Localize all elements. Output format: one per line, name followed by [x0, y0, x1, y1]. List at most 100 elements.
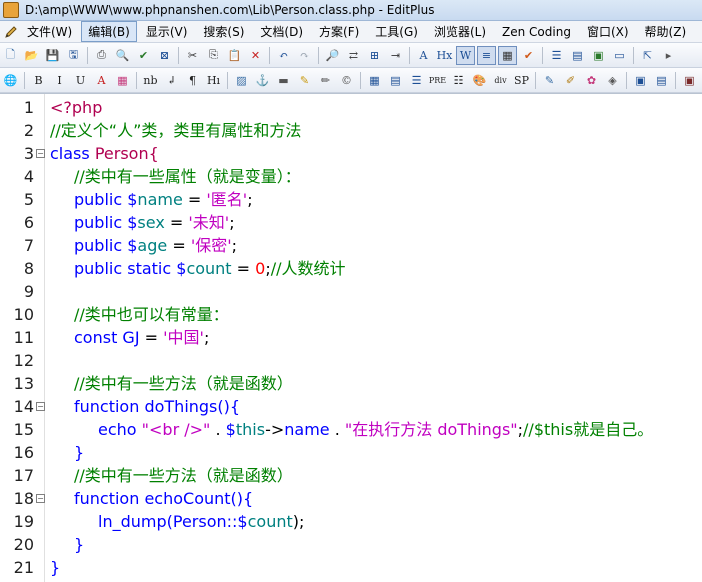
browser-preview-icon[interactable]: ⊠ — [155, 46, 174, 65]
code-line[interactable]: 9 — [0, 280, 702, 303]
code-line[interactable]: 8 public static $count = 0;//人数统计 — [0, 257, 702, 280]
save-all-icon[interactable]: 🖫 — [64, 46, 83, 65]
print-icon[interactable]: ⎙ — [92, 46, 111, 65]
fold-toggle-icon[interactable]: − — [36, 402, 45, 411]
underline-icon[interactable]: U — [71, 71, 90, 90]
code-line[interactable]: 3− class Person{ — [0, 142, 702, 165]
code-line[interactable]: 20} — [0, 533, 702, 556]
html-toolbar-icon[interactable]: ◈ — [603, 71, 622, 90]
span-icon[interactable]: SP — [512, 71, 531, 90]
word-wrap-icon[interactable]: W — [456, 45, 475, 65]
menu-item-4[interactable]: 文档(D) — [253, 21, 310, 42]
code-editor[interactable]: 1 <?php 2//定义个“人”类，类里有属性和方法 3− class Person{… — [0, 93, 702, 582]
code-line[interactable]: 17 //类中有一些方法（就是函数） — [0, 464, 702, 487]
paragraph-icon[interactable]: ¶ — [183, 71, 202, 90]
code-line[interactable]: 21} — [0, 556, 702, 579]
validate-icon[interactable]: ▣ — [631, 71, 650, 90]
print-preview-icon[interactable]: 🔍 — [113, 46, 132, 65]
font-color-icon[interactable]: A — [92, 71, 111, 90]
color-palette-icon[interactable]: ▦ — [113, 71, 132, 90]
code-line[interactable]: 2 //定义个“人”类，类里有属性和方法 — [0, 119, 702, 142]
code-line[interactable]: 7 public $age = '保密'; — [0, 234, 702, 257]
open-folder-icon[interactable]: 📂 — [22, 46, 41, 65]
comment-icon[interactable]: ✏ — [316, 71, 335, 90]
directory-icon[interactable]: ▣ — [589, 46, 608, 65]
edit-tag-icon[interactable]: ✎ — [540, 71, 559, 90]
menu-item-3[interactable]: 搜索(S) — [196, 21, 251, 42]
line-break-icon[interactable]: ↲ — [162, 71, 181, 90]
nbsp-icon[interactable]: nb — [141, 71, 160, 90]
toolbar2-more-icon[interactable]: ▣ — [680, 71, 699, 90]
hex-icon[interactable]: Hx — [435, 46, 454, 65]
menu-item-9[interactable]: 窗口(X) — [580, 21, 636, 42]
menu-item-6[interactable]: 工具(G) — [368, 21, 425, 42]
spell-check-icon[interactable]: ✔ — [134, 46, 153, 65]
code-line[interactable]: 1 <?php — [0, 96, 702, 119]
fold-toggle-icon[interactable]: − — [36, 494, 45, 503]
code-line[interactable]: 6 public $sex = '未知'; — [0, 211, 702, 234]
code-line[interactable]: 4 //类中有一些属性（就是变量）： — [0, 165, 702, 188]
code-line[interactable]: 15 echo "<br />" . $this->name . "在执行方法 d… — [0, 418, 702, 441]
div-icon[interactable]: div — [491, 71, 510, 90]
italic-icon[interactable]: I — [50, 71, 69, 90]
list-icon[interactable]: ☷ — [449, 71, 468, 90]
image-icon[interactable]: ▨ — [232, 71, 251, 90]
menu-item-0[interactable]: 文件(W) — [20, 21, 79, 42]
menu-item-10[interactable]: 帮助(Z) — [638, 21, 694, 42]
menu-item-7[interactable]: 浏览器(L) — [427, 21, 493, 42]
copyright-icon[interactable]: © — [337, 71, 356, 90]
code-line[interactable]: 12 — [0, 349, 702, 372]
delete-icon[interactable]: ✕ — [246, 46, 265, 65]
code-token-keyword: class — [50, 144, 90, 163]
find-in-files-icon[interactable]: ⊞ — [365, 46, 384, 65]
ruler-icon[interactable]: ▦ — [498, 45, 517, 65]
menu-item-5[interactable]: 方案(F) — [312, 21, 366, 42]
code-token-keyword: } — [74, 443, 85, 462]
replace-icon[interactable]: ⇄ — [344, 46, 363, 65]
form-icon[interactable]: ▤ — [386, 71, 405, 90]
menu-item-1[interactable]: 编辑(B) — [81, 21, 137, 42]
paste-icon[interactable]: 📋 — [225, 46, 244, 65]
hr-icon[interactable]: ▬ — [274, 71, 293, 90]
new-file-icon[interactable]: 🗋 — [1, 46, 20, 65]
code-token-string: '中国' — [163, 328, 204, 347]
anchor-icon[interactable]: ⚓ — [253, 71, 272, 90]
menu-item-2[interactable]: 显示(V) — [139, 21, 195, 42]
pre-icon[interactable]: PRE — [428, 71, 447, 90]
check-icon[interactable]: ✔ — [519, 46, 538, 65]
code-line[interactable]: 11 const GJ = '中国'; — [0, 326, 702, 349]
code-line[interactable]: 19 ln_dump(Person::$count); — [0, 510, 702, 533]
font-icon[interactable]: A — [414, 46, 433, 65]
goto-line-icon[interactable]: ⇥ — [386, 46, 405, 65]
code-line[interactable]: 10 //类中也可以有常量： — [0, 303, 702, 326]
redo-icon[interactable]: ↷ — [295, 46, 314, 65]
clip-text-icon[interactable]: ▤ — [568, 46, 587, 65]
table-icon[interactable]: ▦ — [365, 71, 384, 90]
window-list-icon[interactable]: ☰ — [547, 46, 566, 65]
heading-icon[interactable]: Hı — [204, 71, 223, 90]
find-icon[interactable]: 🔎 — [323, 46, 342, 65]
globe-icon[interactable]: 🌐 — [1, 71, 20, 90]
marker-icon[interactable]: ✎ — [295, 71, 314, 90]
fold-toggle-icon[interactable]: − — [36, 149, 45, 158]
menu-item-8[interactable]: Zen Coding — [495, 23, 578, 41]
output-window-icon[interactable]: ▭ — [610, 46, 629, 65]
undo-icon[interactable]: ↶ — [274, 46, 293, 65]
save-icon[interactable]: 💾 — [43, 46, 62, 65]
code-line[interactable]: 16} — [0, 441, 702, 464]
plugin-icon[interactable]: ✿ — [582, 71, 601, 90]
code-line[interactable]: 18− function echoCount(){ — [0, 487, 702, 510]
code-line[interactable]: 5 public $name = '匿名'; — [0, 188, 702, 211]
help-icon[interactable]: ⇱ — [638, 46, 657, 65]
bold-icon[interactable]: B — [29, 71, 48, 90]
cut-icon[interactable]: ✂ — [183, 46, 202, 65]
align-center-icon[interactable]: ☰ — [407, 71, 426, 90]
copy-icon[interactable]: ⎘ — [204, 46, 223, 65]
code-line[interactable]: 13 //类中有一些方法（就是函数） — [0, 372, 702, 395]
code-line[interactable]: 14− function doThings(){ — [0, 395, 702, 418]
style-icon[interactable]: 🎨 — [470, 71, 489, 90]
script-icon[interactable]: ✐ — [561, 71, 580, 90]
line-number-icon[interactable]: ≡ — [477, 45, 496, 65]
toolbar-more-icon[interactable]: ▸ — [659, 46, 678, 65]
view-source-icon[interactable]: ▤ — [652, 71, 671, 90]
